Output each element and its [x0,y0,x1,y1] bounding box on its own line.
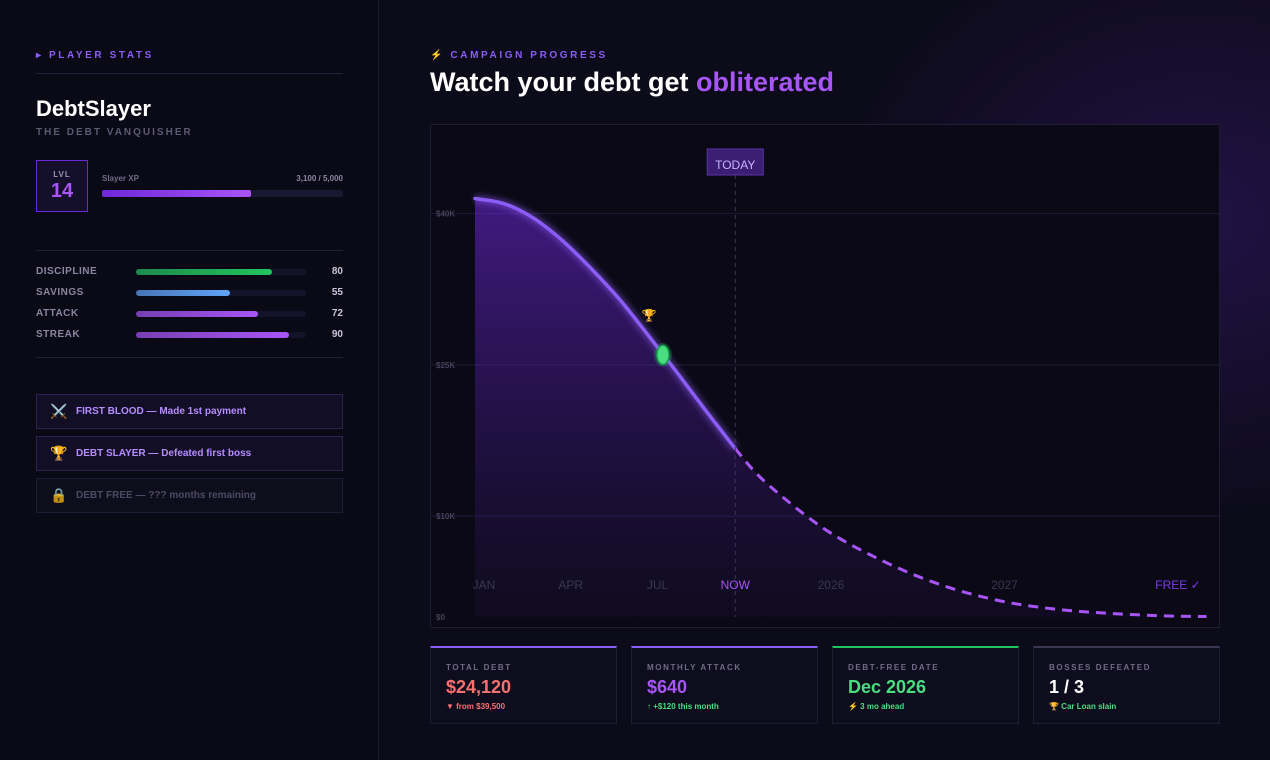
debt-chart-svg: TODAY $40K $25K $10K $0 JAN APR JUL NOW 2026 2027… [431,148,1221,622]
milestone-trophy-icon: 🏆 [641,309,656,323]
level-label: LVL [53,170,71,179]
xp-label: Slayer XP [102,174,139,183]
player-title: THE DEBT VANQUISHER [36,127,193,138]
card-subtext: ⚡ 3 mo ahead [848,702,905,711]
summary-cards: TOTAL DEBT $24,120 ▼ from $39,500 MONTHL… [430,646,1220,724]
debt-chart: TODAY $40K $25K $10K $0 JAN APR JUL NOW 2026 2027… [430,124,1221,628]
stat-name: STREAK [36,329,81,340]
achievement-first-blood[interactable]: ⚔️ FIRST BLOOD — Made 1st payment [36,394,343,429]
x-tick-label: JAN [473,578,496,592]
trophy-icon: 🏆 [50,445,68,461]
x-tick-label: 2026 [818,578,845,592]
card-label: BOSSES DEFEATED [1049,663,1152,672]
stat-name: ATTACK [36,308,79,319]
stat-name: SAVINGS [36,287,84,298]
card-debt-free-date: DEBT-FREE DATE Dec 2026 ⚡ 3 mo ahead [832,646,1019,724]
divider [36,357,343,358]
card-subtext: ↑ +$120 this month [647,702,719,711]
stat-value: 55 [331,287,343,298]
divider [36,250,343,251]
lock-icon: 🔒 [50,487,68,503]
headline-accent: obliterated [696,67,835,97]
x-tick-label: 2027 [991,578,1018,592]
crossed-swords-icon: ⚔️ [50,403,68,419]
stat-value: 80 [331,266,343,277]
stat-bar-fill [136,311,259,317]
stat-bar [136,290,306,296]
card-subtext: ▼ from $39,500 [446,702,506,711]
player-name: DebtSlayer [36,96,151,121]
stat-bar-fill [136,290,230,296]
xp-progress-bar [102,190,343,197]
x-tick-label: JUL [647,578,669,592]
page-title: Watch your debt get obliterated [430,67,834,98]
y-tick-label: $25K [436,361,455,370]
y-tick-label: $10K [436,512,455,521]
stat-bar [136,311,306,317]
x-tick-label: NOW [721,578,751,592]
card-value: Dec 2026 [848,677,927,697]
x-tick-label: APR [558,578,583,592]
stat-row-discipline: DISCIPLINE 80 [36,265,343,279]
section-label-campaign: ⚡ CAMPAIGN PROGRESS [430,50,608,61]
achievement-text: DEBT SLAYER — Defeated first boss [76,448,252,459]
card-subtext: 🏆 Car Loan slain [1049,702,1117,711]
headline-text: Watch your debt get [430,67,689,97]
achievement-debt-free-locked[interactable]: 🔒 DEBT FREE — ??? months remaining [36,478,343,513]
stat-bar [136,332,306,338]
card-label: DEBT-FREE DATE [848,663,940,672]
stat-value: 90 [331,329,343,340]
stat-bar-fill [136,332,289,338]
card-bosses-defeated: BOSSES DEFEATED 1 / 3 🏆 Car Loan slain [1033,646,1220,724]
player-stats-sidebar: ▸ PLAYER STATS DebtSlayer THE DEBT VANQU… [0,0,379,760]
card-value: $640 [647,677,688,697]
divider [36,73,343,74]
card-total-debt: TOTAL DEBT $24,120 ▼ from $39,500 [430,646,617,724]
xp-value: 3,100 / 5,000 [296,174,343,183]
stat-bar-fill [136,269,272,275]
section-label-player-stats: ▸ PLAYER STATS [36,50,154,61]
stat-row-streak: STREAK 90 [36,328,343,342]
stat-name: DISCIPLINE [36,266,98,277]
y-tick-label: $0 [436,613,445,622]
current-position-marker [656,344,670,366]
stat-row-savings: SAVINGS 55 [36,286,343,300]
xp-progress-fill [102,190,252,197]
card-label: MONTHLY ATTACK [647,663,742,672]
achievement-text: FIRST BLOOD — Made 1st payment [76,406,247,417]
stat-row-attack: ATTACK 72 [36,307,343,321]
today-badge-label: TODAY [715,158,755,172]
achievement-text: DEBT FREE — ??? months remaining [76,490,257,501]
x-tick-label: FREE ✓ [1155,578,1200,592]
card-value: $24,120 [446,677,512,697]
level-number: 14 [50,180,74,202]
stat-bar [136,269,306,275]
card-monthly-attack: MONTHLY ATTACK $640 ↑ +$120 this month [631,646,818,724]
level-badge: LVL 14 [36,160,88,212]
stat-value: 72 [331,308,343,319]
achievement-debt-slayer[interactable]: 🏆 DEBT SLAYER — Defeated first boss [36,436,343,471]
card-label: TOTAL DEBT [446,663,512,672]
y-tick-label: $40K [436,210,455,219]
card-value: 1 / 3 [1049,677,1085,697]
